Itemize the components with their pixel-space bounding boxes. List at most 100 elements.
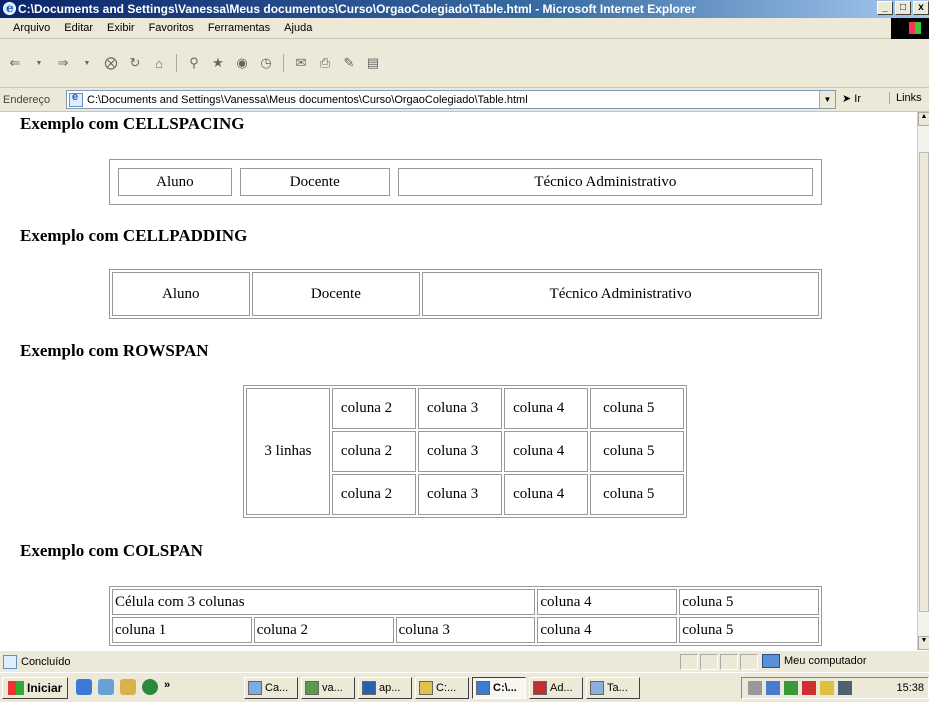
- address-label: Endereço: [3, 93, 51, 106]
- status-bar: Concluído Meu computador: [0, 650, 929, 672]
- quick-launch-chevron[interactable]: »: [164, 679, 170, 695]
- discuss-icon[interactable]: ▤: [364, 54, 382, 72]
- heading-rowspan: Exemplo com ROWSPAN: [20, 341, 209, 360]
- table-cell: coluna 2: [331, 431, 416, 472]
- menu-exibir[interactable]: Exibir: [100, 22, 142, 34]
- table-cell: coluna 2: [331, 474, 416, 515]
- table-cell: coluna 3: [417, 388, 503, 429]
- heading-cellspacing: Exemplo com CELLSPACING: [20, 114, 245, 133]
- table-cell: coluna 5: [679, 589, 819, 615]
- table-rowspan: 3 linhas coluna 2 coluna 3 coluna 4 colu…: [243, 385, 687, 518]
- links-button[interactable]: Links: [889, 92, 929, 104]
- back-icon[interactable]: ⇐: [6, 54, 24, 72]
- toolbar-separator: [176, 54, 177, 72]
- heading-cellpadding: Exemplo com CELLPADDING: [20, 226, 248, 245]
- status-pane: [740, 654, 758, 670]
- favorites-icon[interactable]: ★: [209, 54, 227, 72]
- media-icon[interactable]: ◉: [233, 54, 251, 72]
- search-icon[interactable]: ⚲: [185, 54, 203, 72]
- scroll-up-icon[interactable]: ▲: [918, 112, 929, 126]
- menu-favoritos[interactable]: Favoritos: [142, 22, 201, 34]
- table-cell: coluna 4: [504, 388, 589, 429]
- table-cell: Aluno: [112, 272, 250, 316]
- menu-arquivo[interactable]: Arquivo: [6, 22, 57, 34]
- status-pane: [700, 654, 718, 670]
- desktop-icon[interactable]: [120, 679, 136, 695]
- go-label: Ir: [854, 93, 862, 105]
- back-dropdown-icon[interactable]: ▼: [30, 54, 48, 72]
- my-computer-icon: [762, 654, 780, 668]
- volume-icon[interactable]: [748, 681, 762, 695]
- go-button[interactable]: ➤ Ir: [842, 92, 861, 105]
- table-cell: coluna 5: [679, 617, 819, 643]
- table-cell: coluna 1: [112, 617, 252, 643]
- print-icon[interactable]: ⎙: [316, 54, 334, 72]
- table-cellpadding: Aluno Docente Técnico Administrativo: [109, 269, 822, 319]
- window-title: C:\Documents and Settings\Vanessa\Meus d…: [18, 2, 696, 16]
- table-cell: coluna 2: [331, 388, 416, 429]
- edit-icon[interactable]: ✎: [340, 54, 358, 72]
- windows-logo-icon: [8, 681, 24, 695]
- scroll-down-icon[interactable]: ▼: [918, 636, 929, 650]
- address-input[interactable]: C:\Documents and Settings\Vanessa\Meus d…: [66, 90, 836, 109]
- mail-icon[interactable]: ✉: [292, 54, 310, 72]
- task-button[interactable]: Ca...: [244, 677, 298, 699]
- task-button[interactable]: va...: [301, 677, 355, 699]
- task-buttons: Ca... va... ap... C:... C:\... Ad... Ta.…: [244, 677, 640, 699]
- table-row: Célula com 3 colunas coluna 4 coluna 5: [112, 589, 819, 615]
- close-button[interactable]: x: [913, 1, 929, 15]
- go-arrow-icon: ➤: [842, 93, 852, 105]
- windows-logo-icon: [891, 18, 929, 39]
- antivirus-icon[interactable]: [802, 681, 816, 695]
- address-url[interactable]: C:\Documents and Settings\Vanessa\Meus d…: [87, 94, 528, 106]
- table-row: 3 linhas coluna 2 coluna 3 coluna 4 colu…: [246, 388, 684, 515]
- table-cell: coluna 2: [253, 617, 394, 643]
- table-row: Aluno Docente Técnico Administrativo: [112, 272, 819, 316]
- task-button[interactable]: Ad...: [529, 677, 583, 699]
- history-icon[interactable]: ◷: [257, 54, 275, 72]
- page-icon: [69, 91, 83, 107]
- table-row: Aluno Docente Técnico Administrativo: [118, 168, 813, 196]
- scroll-thumb[interactable]: [919, 152, 929, 612]
- table-cell: Docente: [239, 168, 390, 196]
- start-label: Iniciar: [27, 681, 63, 695]
- menu-ajuda[interactable]: Ajuda: [277, 22, 319, 34]
- menu-editar[interactable]: Editar: [57, 22, 100, 34]
- stop-icon[interactable]: ⨂: [102, 54, 120, 72]
- messenger-icon[interactable]: [784, 681, 798, 695]
- tray-app-icon[interactable]: [820, 681, 834, 695]
- window-controls: _ □ x: [877, 1, 929, 15]
- media-player-icon[interactable]: [142, 679, 158, 695]
- table-cellspacing: Aluno Docente Técnico Administrativo: [109, 159, 822, 205]
- vertical-scrollbar[interactable]: ▲ ▼: [917, 112, 929, 650]
- address-bar: Endereço C:\Documents and Settings\Vanes…: [0, 88, 929, 112]
- forward-icon[interactable]: ⇒: [54, 54, 72, 72]
- ie-icon[interactable]: [76, 679, 92, 695]
- ie-icon: [3, 0, 16, 17]
- table-cell: coluna 4: [537, 617, 678, 643]
- task-button[interactable]: C:...: [415, 677, 469, 699]
- address-dropdown-icon[interactable]: ▼: [819, 91, 835, 108]
- task-button[interactable]: ap...: [358, 677, 412, 699]
- table-cell: coluna 5: [590, 431, 684, 472]
- task-button[interactable]: Ta...: [586, 677, 640, 699]
- task-button-active[interactable]: C:\...: [472, 677, 526, 699]
- table-cell: coluna 4: [537, 589, 678, 615]
- network-icon[interactable]: [766, 681, 780, 695]
- start-button[interactable]: Iniciar: [2, 677, 69, 699]
- minimize-button[interactable]: _: [877, 1, 893, 15]
- outlook-icon[interactable]: [98, 679, 114, 695]
- maximize-button[interactable]: □: [895, 1, 911, 15]
- rowspan-cell: 3 linhas: [246, 388, 330, 515]
- table-row: coluna 1 coluna 2 coluna 3 coluna 4 colu…: [112, 617, 819, 643]
- refresh-icon[interactable]: ↻: [126, 54, 144, 72]
- table-cell: Técnico Administrativo: [397, 168, 813, 196]
- home-icon[interactable]: ⌂: [150, 54, 168, 72]
- menu-ferramentas[interactable]: Ferramentas: [201, 22, 277, 34]
- tray-settings-icon[interactable]: [838, 681, 852, 695]
- table-cell: coluna 3: [395, 617, 536, 643]
- colspan-cell: Célula com 3 colunas: [112, 589, 536, 615]
- standard-toolbar: ⇐ ▼ ⇒ ▼ ⨂ ↻ ⌂ ⚲ ★ ◉ ◷ ✉ ⎙ ✎ ▤: [0, 40, 929, 88]
- table-colspan: Célula com 3 colunas coluna 4 coluna 5 c…: [109, 586, 822, 646]
- forward-dropdown-icon[interactable]: ▼: [78, 54, 96, 72]
